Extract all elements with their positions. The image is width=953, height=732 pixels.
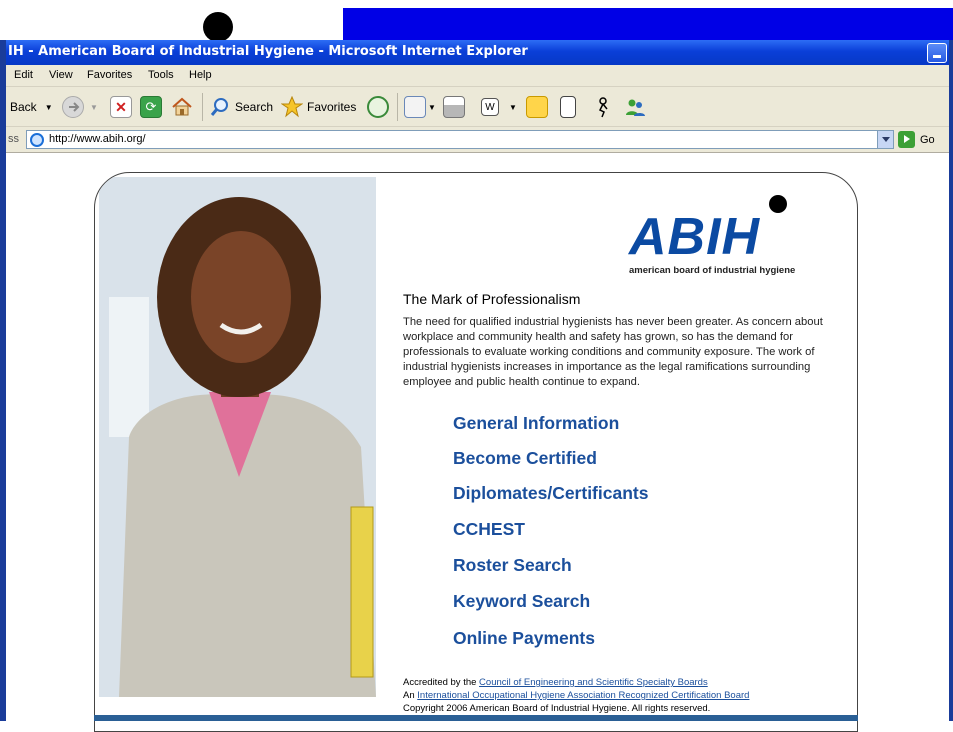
- page-content: ABIH american board of industrial hygien…: [403, 173, 853, 731]
- search-button[interactable]: Search: [209, 94, 273, 120]
- nav-become-certified[interactable]: Become Certified: [453, 448, 597, 469]
- history-button[interactable]: [367, 94, 389, 120]
- logo-dot-icon: [769, 195, 787, 213]
- address-dropdown-icon[interactable]: [877, 131, 893, 148]
- favorites-button[interactable]: Favorites: [280, 94, 357, 120]
- note-icon: [526, 96, 548, 118]
- go-arrow-icon: [898, 131, 915, 148]
- favorites-label: Favorites: [307, 100, 357, 114]
- search-label: Search: [235, 100, 274, 114]
- toolbar-separator: [202, 93, 203, 121]
- menu-edit[interactable]: Edit: [14, 69, 33, 81]
- ioha-prefix: An: [403, 690, 415, 701]
- contacts-button[interactable]: [624, 94, 646, 120]
- stop-icon: ✕: [110, 96, 132, 118]
- forward-dropdown-icon[interactable]: ▼: [90, 103, 98, 112]
- print-icon: [443, 96, 465, 118]
- nav-roster-search[interactable]: Roster Search: [453, 555, 572, 576]
- forward-icon: [62, 96, 84, 118]
- menu-view[interactable]: View: [49, 69, 73, 81]
- window-frame-right: [949, 40, 953, 721]
- messenger-button[interactable]: [592, 94, 614, 120]
- mail-button[interactable]: ▼: [404, 94, 436, 120]
- stop-button[interactable]: ✕: [110, 94, 132, 120]
- address-url: http://www.abih.org/: [49, 133, 146, 145]
- toolbar-separator: [397, 93, 398, 121]
- refresh-icon: ⟳: [140, 96, 162, 118]
- logo-tagline: american board of industrial hygiene: [629, 265, 796, 276]
- copyright-text: Copyright 2006 American Board of Industr…: [403, 703, 711, 714]
- window-title: IH - American Board of Industrial Hygien…: [8, 44, 528, 59]
- nav-online-payments[interactable]: Online Payments: [453, 628, 595, 649]
- home-icon: [171, 96, 193, 118]
- edit-dropdown-icon[interactable]: ▼: [509, 103, 517, 112]
- accreditation-line: Accredited by the Council of Engineering…: [403, 676, 749, 689]
- back-dropdown-icon[interactable]: ▼: [45, 103, 53, 112]
- page-heading: The Mark of Professionalism: [403, 291, 581, 307]
- hero-photo: [99, 177, 376, 697]
- search-icon: [209, 96, 231, 118]
- nav-diplomates-certificants[interactable]: Diplomates/Certificants: [453, 483, 648, 504]
- page-bottom-bar: [94, 715, 858, 721]
- nav-keyword-search[interactable]: Keyword Search: [453, 591, 590, 612]
- accredited-prefix: Accredited by the: [403, 677, 477, 688]
- page-viewport: ABIH american board of industrial hygien…: [6, 154, 949, 732]
- menu-favorites[interactable]: Favorites: [87, 69, 132, 81]
- word-icon: W: [481, 98, 499, 116]
- ceesb-link[interactable]: Council of Engineering and Scientific Sp…: [479, 677, 708, 688]
- title-bar: IH - American Board of Industrial Hygien…: [6, 40, 949, 65]
- edit-button[interactable]: W ▼: [481, 94, 517, 120]
- back-button[interactable]: Back ▼: [10, 94, 53, 120]
- minimize-button[interactable]: [927, 43, 947, 63]
- print-button[interactable]: [443, 94, 465, 120]
- mail-icon: [404, 96, 426, 118]
- ie-page-icon: [30, 133, 44, 147]
- users-icon: [624, 96, 646, 118]
- discuss-button[interactable]: [526, 94, 548, 120]
- page-card: ABIH american board of industrial hygien…: [94, 172, 858, 732]
- back-label: Back: [10, 100, 37, 114]
- black-dot: [203, 12, 233, 42]
- go-label: Go: [920, 133, 935, 146]
- address-label: ss: [8, 133, 19, 145]
- woman-portrait-image: [99, 177, 376, 697]
- menu-bar: Edit View Favorites Tools Help: [6, 65, 949, 87]
- phone-icon: [560, 96, 576, 118]
- forward-button[interactable]: ▼: [62, 94, 98, 120]
- intro-paragraph: The need for qualified industrial hygien…: [403, 316, 823, 388]
- logo-wordmark: ABIH: [629, 208, 761, 266]
- go-button[interactable]: Go: [898, 131, 935, 148]
- abih-logo[interactable]: ABIH american board of industrial hygien…: [629, 193, 829, 283]
- address-bar: ss http://www.abih.org/ Go: [6, 127, 949, 153]
- mail-dropdown-icon[interactable]: ▼: [428, 103, 436, 112]
- ioha-link[interactable]: International Occupational Hygiene Assoc…: [417, 690, 749, 701]
- page-footer: Accredited by the Council of Engineering…: [403, 676, 749, 715]
- menu-help[interactable]: Help: [189, 69, 212, 81]
- nav-cchest[interactable]: CCHEST: [453, 519, 525, 540]
- nav-general-information[interactable]: General Information: [453, 413, 619, 434]
- ioha-line: An International Occupational Hygiene As…: [403, 689, 749, 702]
- star-icon: [280, 95, 304, 118]
- address-input[interactable]: http://www.abih.org/: [26, 130, 894, 149]
- toolbar: Back ▼ ▼ ✕ ⟳ Search Favorites ▼ W ▼: [6, 87, 949, 127]
- top-strip: [0, 0, 953, 42]
- history-icon: [367, 96, 389, 118]
- research-button[interactable]: [560, 94, 576, 120]
- refresh-button[interactable]: ⟳: [140, 94, 162, 120]
- blue-banner: [343, 8, 953, 40]
- menu-tools[interactable]: Tools: [148, 69, 174, 81]
- home-button[interactable]: [171, 94, 193, 120]
- person-icon: [592, 96, 614, 118]
